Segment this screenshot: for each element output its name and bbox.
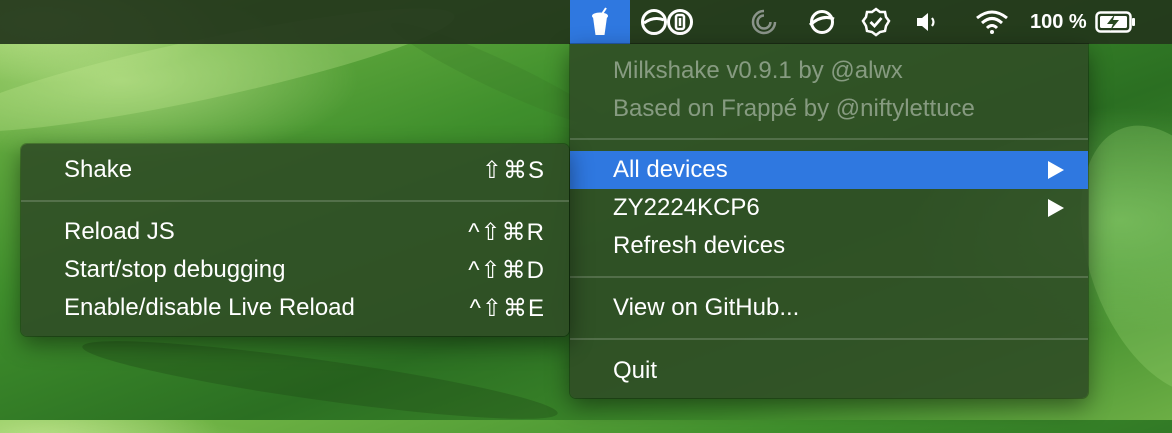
debugging-shortcut: ^⇧⌘D: [468, 256, 545, 284]
refresh-devices-label: Refresh devices: [613, 232, 786, 259]
planet-icon: [807, 8, 837, 36]
one-password-icon: [666, 8, 694, 36]
menu-separator: [570, 338, 1088, 340]
spinner-icon: [750, 8, 778, 36]
submenu-item-reload-js[interactable]: Reload JS ^⇧⌘R: [21, 213, 569, 251]
version-label: Milkshake v0.9.1 by @alwx: [613, 57, 903, 84]
all-devices-submenu: Shake ⇧⌘S Reload JS ^⇧⌘R Start/stop debu…: [21, 144, 569, 336]
status-item-3[interactable]: [662, 0, 698, 44]
menu-header-credits: Based on Frappé by @niftylettuce: [570, 90, 1088, 128]
wifi-status-item[interactable]: [970, 0, 1014, 44]
menu-header-version: Milkshake v0.9.1 by @alwx: [570, 52, 1088, 90]
battery-charging-icon: [1094, 10, 1137, 34]
submenu-arrow-icon: [1048, 199, 1064, 217]
check-badge-icon: [861, 7, 891, 37]
github-label: View on GitHub...: [613, 294, 800, 321]
milkshake-icon: [589, 7, 611, 37]
menu-item-all-devices[interactable]: All devices: [570, 151, 1088, 189]
submenu-item-shake[interactable]: Shake ⇧⌘S: [21, 151, 569, 189]
device-label: ZY2224KCP6: [613, 194, 760, 221]
menu-item-view-on-github[interactable]: View on GitHub...: [570, 289, 1088, 327]
menu-separator: [570, 276, 1088, 278]
wifi-icon: [975, 9, 1009, 35]
menu-item-device[interactable]: ZY2224KCP6: [570, 189, 1088, 227]
shake-label: Shake: [64, 156, 133, 183]
volume-icon: [914, 10, 942, 34]
live-reload-shortcut: ^⇧⌘E: [469, 294, 545, 322]
battery-status-item[interactable]: 100 %: [1030, 0, 1166, 44]
menu-bar: 100 %: [0, 0, 1172, 44]
reload-js-label: Reload JS: [64, 218, 175, 245]
status-item-4[interactable]: [746, 0, 782, 44]
reload-js-shortcut: ^⇧⌘R: [468, 218, 545, 246]
menu-item-refresh-devices[interactable]: Refresh devices: [570, 227, 1088, 265]
submenu-separator: [21, 200, 569, 202]
all-devices-label: All devices: [613, 156, 728, 183]
menu-separator: [570, 138, 1088, 140]
live-reload-label: Enable/disable Live Reload: [64, 294, 355, 321]
milkshake-menu: Milkshake v0.9.1 by @alwx Based on Frapp…: [570, 44, 1088, 398]
menu-item-quit[interactable]: Quit: [570, 352, 1088, 390]
submenu-arrow-icon: [1048, 161, 1064, 179]
submenu-item-live-reload[interactable]: Enable/disable Live Reload ^⇧⌘E: [21, 289, 569, 327]
status-item-6[interactable]: [858, 0, 894, 44]
debugging-label: Start/stop debugging: [64, 256, 286, 283]
milkshake-status-item[interactable]: [570, 0, 630, 44]
submenu-item-debugging[interactable]: Start/stop debugging ^⇧⌘D: [21, 251, 569, 289]
status-item-5[interactable]: [804, 0, 840, 44]
credits-label: Based on Frappé by @niftylettuce: [613, 95, 975, 122]
quit-label: Quit: [613, 357, 658, 384]
battery-percent: 100 %: [1030, 10, 1087, 33]
volume-status-item[interactable]: [910, 0, 946, 44]
shake-shortcut: ⇧⌘S: [481, 156, 545, 184]
